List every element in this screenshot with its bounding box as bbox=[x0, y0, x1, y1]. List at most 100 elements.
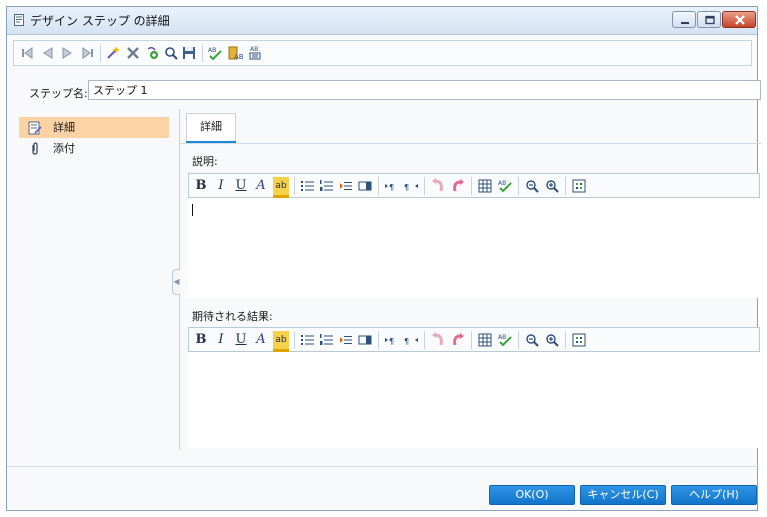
font-color-button[interactable]: A bbox=[253, 177, 269, 195]
copy-step-icon[interactable] bbox=[144, 45, 160, 61]
zoom-in-icon bbox=[546, 180, 559, 193]
indent-button[interactable] bbox=[338, 331, 354, 349]
undo-button[interactable] bbox=[430, 177, 446, 195]
nav-item-label: 添付 bbox=[53, 142, 75, 155]
numbered-list-button[interactable] bbox=[319, 331, 335, 349]
bullet-list-button[interactable] bbox=[300, 177, 316, 195]
nav-item-details[interactable]: 詳細 bbox=[19, 117, 169, 138]
expected-result-editor[interactable] bbox=[188, 352, 760, 448]
numbered-list-icon bbox=[320, 334, 333, 345]
highlight-button[interactable]: ab bbox=[273, 177, 289, 198]
indent-button[interactable] bbox=[338, 177, 354, 195]
bold-button[interactable]: B bbox=[193, 177, 209, 195]
redo-icon bbox=[453, 179, 464, 192]
svg-text:AB: AB bbox=[234, 53, 243, 61]
bold-button[interactable]: B bbox=[193, 331, 209, 349]
main-toolbar: AB AB AB bbox=[13, 40, 752, 66]
first-record-icon[interactable] bbox=[20, 45, 36, 61]
rtl-icon: ¶ bbox=[404, 337, 418, 346]
zoom-out-button[interactable] bbox=[524, 331, 540, 349]
nav-item-attachments[interactable]: 添付 bbox=[19, 138, 169, 159]
parameter-icon[interactable]: AB bbox=[227, 45, 243, 61]
text-caret bbox=[192, 204, 193, 216]
redo-icon bbox=[453, 333, 464, 346]
nav-item-label: 詳細 bbox=[53, 121, 75, 134]
find-icon[interactable] bbox=[163, 45, 179, 61]
outdent-button[interactable] bbox=[357, 331, 373, 349]
rtl-button[interactable]: ¶ bbox=[403, 331, 419, 349]
spell-check-icon: AB bbox=[498, 180, 512, 193]
maximize-icon bbox=[705, 15, 715, 25]
undo-button[interactable] bbox=[430, 331, 446, 349]
tab-label: 詳細 bbox=[200, 120, 222, 133]
svg-text:AB: AB bbox=[208, 47, 216, 54]
italic-button[interactable]: I bbox=[213, 331, 229, 349]
expected-editor-toolbar: B I U A ab ¶ ¶ AB bbox=[188, 327, 760, 352]
rtl-button[interactable]: ¶ bbox=[403, 177, 419, 195]
redo-button[interactable] bbox=[450, 331, 466, 349]
zoom-out-button[interactable] bbox=[524, 177, 540, 195]
fullscreen-button[interactable] bbox=[571, 331, 587, 349]
svg-text:AB: AB bbox=[498, 334, 506, 341]
fullscreen-button[interactable] bbox=[571, 177, 587, 195]
new-step-icon[interactable] bbox=[105, 45, 121, 61]
bullet-list-button[interactable] bbox=[300, 331, 316, 349]
table-icon bbox=[478, 179, 492, 193]
help-button[interactable]: ヘルプ(H) bbox=[671, 485, 757, 505]
delete-icon[interactable] bbox=[125, 45, 141, 61]
ltr-icon: ¶ bbox=[385, 183, 394, 192]
description-editor-toolbar: B I U A ab ¶ ¶ AB bbox=[188, 173, 760, 198]
description-editor[interactable] bbox=[188, 198, 760, 298]
underline-button[interactable]: U bbox=[233, 177, 249, 195]
close-icon bbox=[735, 15, 745, 25]
tab-divider bbox=[180, 143, 761, 144]
table-button[interactable] bbox=[477, 331, 493, 349]
numbered-list-button[interactable] bbox=[319, 177, 335, 195]
footer-divider bbox=[7, 466, 758, 467]
title-bar[interactable]: デザイン ステップ の詳細 bbox=[7, 7, 757, 35]
spell-check-icon[interactable]: AB bbox=[207, 45, 223, 61]
ok-button[interactable]: OK(O) bbox=[489, 485, 575, 505]
redo-button[interactable] bbox=[450, 177, 466, 195]
minimize-button[interactable] bbox=[672, 11, 696, 28]
svg-text:¶: ¶ bbox=[389, 183, 394, 192]
tab-details[interactable]: 詳細 bbox=[186, 113, 236, 143]
ltr-icon: ¶ bbox=[385, 337, 394, 346]
spell-check-button[interactable]: AB bbox=[497, 177, 513, 195]
close-button[interactable] bbox=[722, 11, 756, 28]
outdent-button[interactable] bbox=[357, 177, 373, 195]
save-icon[interactable] bbox=[181, 45, 197, 61]
bullet-list-icon bbox=[301, 181, 314, 191]
highlight-button[interactable]: ab bbox=[273, 331, 289, 352]
underline-button[interactable]: U bbox=[233, 331, 249, 349]
ltr-button[interactable]: ¶ bbox=[384, 331, 400, 349]
window-title: デザイン ステップ の詳細 bbox=[30, 14, 170, 28]
step-name-input[interactable] bbox=[88, 80, 761, 100]
zoom-in-button[interactable] bbox=[544, 177, 560, 195]
numbered-list-icon bbox=[320, 180, 333, 191]
font-color-button[interactable]: A bbox=[253, 331, 269, 349]
maximize-button[interactable] bbox=[697, 11, 721, 28]
next-record-icon[interactable] bbox=[59, 45, 75, 61]
svg-text:AB: AB bbox=[498, 180, 506, 187]
previous-record-icon[interactable] bbox=[40, 45, 56, 61]
italic-button[interactable]: I bbox=[213, 177, 229, 195]
spell-check-button[interactable]: AB bbox=[497, 331, 513, 349]
collapse-handle[interactable]: ◀ bbox=[172, 269, 180, 295]
zoom-out-icon bbox=[526, 334, 539, 347]
rtl-icon: ¶ bbox=[404, 183, 418, 192]
table-icon bbox=[478, 333, 492, 347]
svg-text:¶: ¶ bbox=[404, 337, 409, 346]
details-icon bbox=[14, 14, 24, 26]
cancel-button[interactable]: キャンセル(C) bbox=[580, 485, 666, 505]
table-button[interactable] bbox=[477, 177, 493, 195]
minimize-icon bbox=[681, 22, 689, 24]
details-icon bbox=[28, 121, 42, 135]
fullscreen-icon bbox=[572, 179, 586, 193]
last-record-icon[interactable] bbox=[79, 45, 95, 61]
zoom-in-button[interactable] bbox=[544, 331, 560, 349]
generate-script-icon[interactable]: AB bbox=[247, 45, 263, 61]
bullet-list-icon bbox=[301, 335, 314, 345]
fullscreen-icon bbox=[572, 333, 586, 347]
ltr-button[interactable]: ¶ bbox=[384, 177, 400, 195]
